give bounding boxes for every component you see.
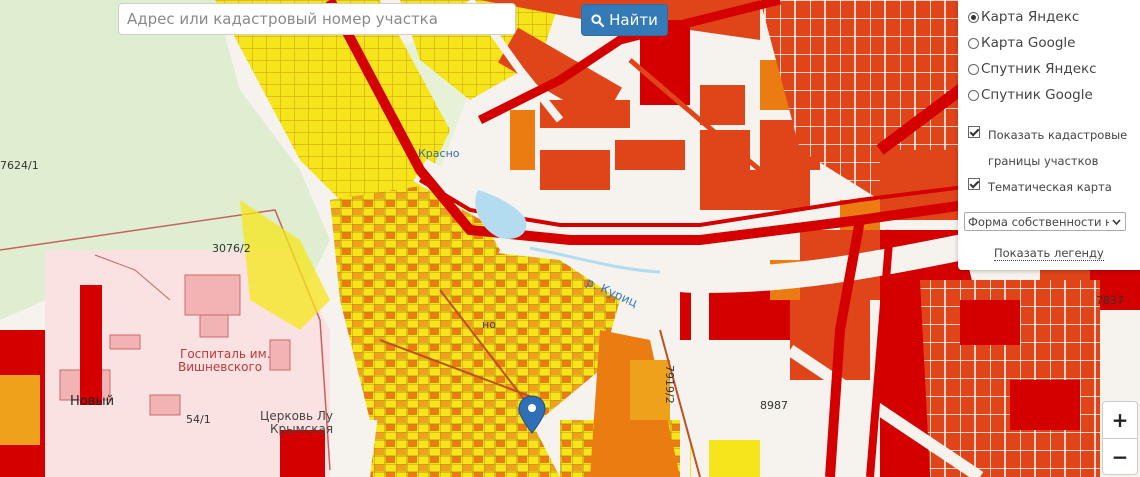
show-cadastral-label: Показать кадастровые границы участков bbox=[988, 128, 1128, 168]
map-label-parcel: 7919/2 bbox=[663, 365, 676, 404]
map-label-parcel: 8987 bbox=[760, 399, 788, 412]
map-label-parcel: 7624/1 bbox=[0, 159, 39, 172]
radio-icon bbox=[968, 63, 979, 75]
layer-option-label: Спутник Google bbox=[981, 87, 1093, 103]
map-label-church: Церковь Лу bbox=[260, 409, 333, 423]
map-label-place: Красно bbox=[418, 147, 460, 160]
checkbox-checked-icon bbox=[968, 178, 980, 190]
layer-option-label: Карта Яндекс bbox=[981, 9, 1080, 25]
search-button[interactable]: Найти bbox=[581, 4, 668, 36]
zoom-control: + − bbox=[1102, 401, 1138, 475]
ownership-form-select[interactable]: Форма собственности н bbox=[964, 212, 1126, 231]
search-icon bbox=[591, 13, 605, 27]
layer-option-label: Карта Google bbox=[981, 35, 1076, 51]
map-label-place: Новый bbox=[70, 394, 115, 409]
map-label-hospital: Вишневского bbox=[178, 360, 263, 374]
show-cadastral-checkbox[interactable]: Показать кадастровые границы участков bbox=[968, 122, 1127, 174]
layer-option-label: Спутник Яндекс bbox=[981, 61, 1097, 77]
zoom-in-button[interactable]: + bbox=[1103, 402, 1137, 439]
layer-option-yandex-map[interactable]: Карта Яндекс bbox=[968, 7, 1079, 27]
map-label-parcel: 7837 bbox=[1096, 294, 1124, 307]
layers-panel: Карта Яндекс Карта Google Спутник Яндекс… bbox=[958, 0, 1140, 270]
search-button-label: Найти bbox=[609, 11, 658, 29]
map-label-church: Крымская bbox=[270, 422, 334, 436]
checkbox-checked-icon bbox=[968, 126, 980, 138]
radio-icon bbox=[968, 37, 979, 49]
zoom-out-button[interactable]: − bbox=[1103, 439, 1137, 475]
chevron-down-icon bbox=[1109, 213, 1123, 230]
show-legend-link[interactable]: Показать легенду bbox=[994, 246, 1104, 261]
map-label-place: но bbox=[482, 318, 496, 331]
radio-selected-icon bbox=[968, 11, 979, 23]
thematic-map-label: Тематическая карта bbox=[988, 180, 1112, 194]
map-label-hospital: Госпиталь им. bbox=[180, 347, 271, 361]
map-label-parcel: 3076/2 bbox=[212, 242, 251, 255]
address-search-input[interactable] bbox=[118, 3, 516, 35]
radio-icon bbox=[968, 89, 979, 101]
layer-option-yandex-satellite[interactable]: Спутник Яндекс bbox=[968, 59, 1097, 79]
layer-option-google-map[interactable]: Карта Google bbox=[968, 33, 1075, 53]
map-label-parcel: 54/1 bbox=[186, 413, 211, 426]
thematic-map-checkbox[interactable]: Тематическая карта bbox=[968, 176, 1112, 198]
layer-option-google-satellite[interactable]: Спутник Google bbox=[968, 85, 1093, 105]
select-value: Форма собственности н bbox=[968, 214, 1113, 229]
